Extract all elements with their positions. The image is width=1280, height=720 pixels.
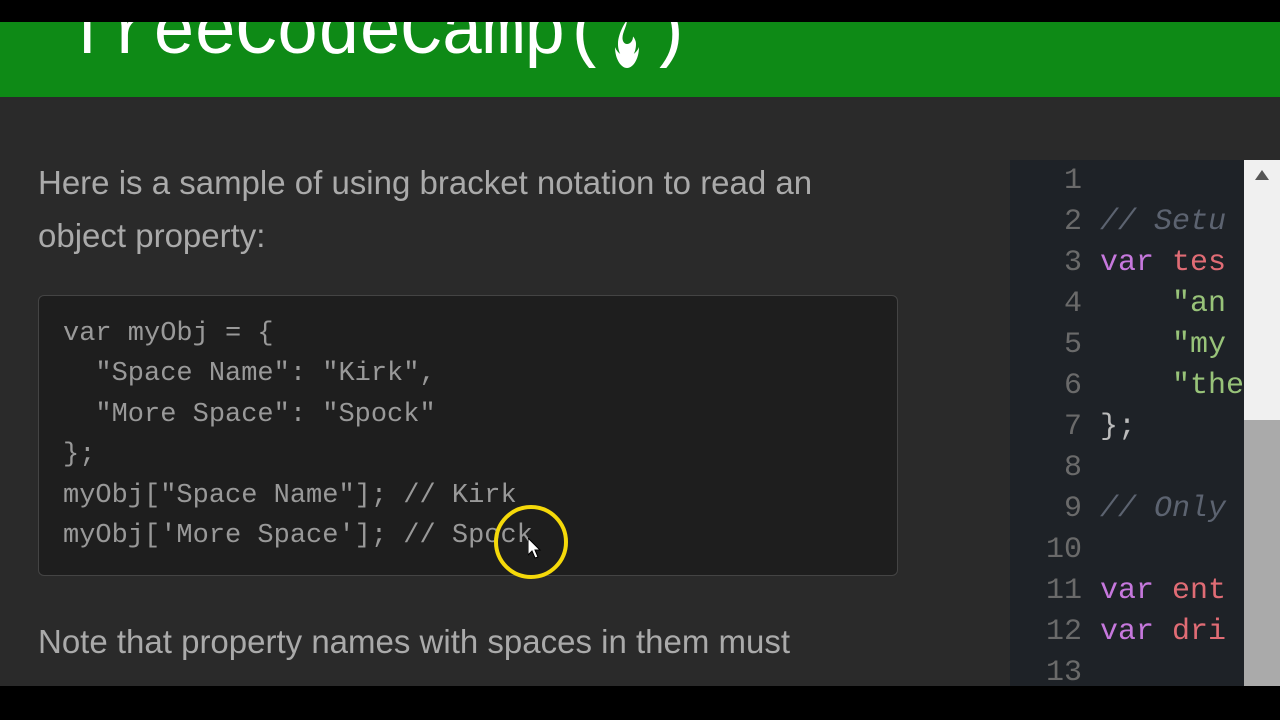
line-number: 3 bbox=[1010, 246, 1100, 280]
editor-line[interactable]: 2// Setu bbox=[1010, 201, 1280, 242]
scroll-up-button[interactable] bbox=[1244, 160, 1280, 190]
panel-divider bbox=[937, 97, 1010, 686]
scroll-track[interactable] bbox=[1244, 190, 1280, 420]
line-number: 9 bbox=[1010, 492, 1100, 526]
lesson-scrollbar[interactable] bbox=[1244, 160, 1280, 686]
line-number: 11 bbox=[1010, 574, 1100, 608]
line-code[interactable]: // Only bbox=[1100, 492, 1226, 526]
editor-line[interactable]: 12var dri bbox=[1010, 611, 1280, 652]
line-number: 8 bbox=[1010, 451, 1100, 485]
line-code[interactable]: "my s bbox=[1100, 328, 1262, 362]
editor-line[interactable]: 1 bbox=[1010, 160, 1280, 201]
line-number: 1 bbox=[1010, 164, 1100, 198]
code-sample-block: var myObj = { "Space Name": "Kirk", "Mor… bbox=[38, 295, 898, 576]
lesson-intro-text: Here is a sample of using bracket notati… bbox=[38, 157, 898, 263]
code-editor[interactable]: 12// Setu3var tes4 "an e5 "my s6 "the 7}… bbox=[1010, 160, 1280, 686]
line-code[interactable]: // Setu bbox=[1100, 205, 1226, 239]
line-number: 2 bbox=[1010, 205, 1100, 239]
editor-line[interactable]: 7}; bbox=[1010, 406, 1280, 447]
line-code[interactable]: var dri bbox=[1100, 615, 1226, 649]
editor-line[interactable]: 8 bbox=[1010, 447, 1280, 488]
line-code[interactable]: }; bbox=[1100, 410, 1136, 444]
editor-line[interactable]: 6 "the bbox=[1010, 365, 1280, 406]
line-number: 7 bbox=[1010, 410, 1100, 444]
editor-line[interactable]: 9// Only bbox=[1010, 488, 1280, 529]
line-number: 4 bbox=[1010, 287, 1100, 321]
editor-line[interactable]: 10 bbox=[1010, 529, 1280, 570]
line-code[interactable]: "an e bbox=[1100, 287, 1262, 321]
line-number: 13 bbox=[1010, 656, 1100, 690]
line-number: 5 bbox=[1010, 328, 1100, 362]
line-code[interactable]: "the bbox=[1100, 369, 1262, 403]
lesson-followup-text: Note that property names with spaces in … bbox=[38, 616, 898, 669]
letterbox-bottom bbox=[0, 686, 1280, 720]
lesson-scroll-content: Here is a sample of using bracket notati… bbox=[38, 157, 898, 720]
editor-line[interactable]: 3var tes bbox=[1010, 242, 1280, 283]
letterbox-top bbox=[0, 0, 1280, 22]
code-sample-text: var myObj = { "Space Name": "Kirk", "Mor… bbox=[63, 314, 873, 557]
editor-line[interactable]: 4 "an e bbox=[1010, 283, 1280, 324]
lesson-panel: Here is a sample of using bracket notati… bbox=[0, 97, 937, 720]
line-number: 10 bbox=[1010, 533, 1100, 567]
line-number: 12 bbox=[1010, 615, 1100, 649]
scroll-thumb[interactable] bbox=[1244, 420, 1280, 686]
line-code[interactable]: var tes bbox=[1100, 246, 1226, 280]
editor-line[interactable]: 11var ent bbox=[1010, 570, 1280, 611]
editor-line[interactable]: 5 "my s bbox=[1010, 324, 1280, 365]
line-number: 6 bbox=[1010, 369, 1100, 403]
line-code[interactable]: var ent bbox=[1100, 574, 1226, 608]
